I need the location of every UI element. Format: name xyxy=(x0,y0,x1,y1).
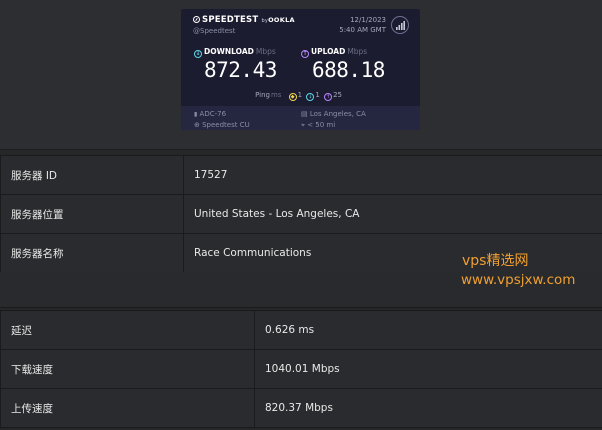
connection-bars-icon: ▮ xyxy=(194,111,198,118)
ping-download-icon: ↓ xyxy=(306,93,315,101)
download-label: ↓ DOWNLOAD Mbps xyxy=(194,47,276,58)
ping-idle-value: 1 xyxy=(297,91,303,99)
connection-info: ▮ ADC-76 xyxy=(194,110,227,118)
watermark-site-name: vps精选网 xyxy=(462,253,529,269)
ping-idle-icon: ◆ xyxy=(288,93,297,101)
test-datetime: 12/1/2023 5:40 AM GMT xyxy=(339,15,386,35)
ping-download-value: 1 xyxy=(315,91,320,99)
server-name-label: 服务器名称 xyxy=(0,233,184,273)
upload-speed-label: 上传速度 xyxy=(0,388,255,428)
table-row: 上传速度 820.37 Mbps xyxy=(0,388,602,428)
server-location-value: United States - Los Angeles, CA xyxy=(183,194,602,234)
test-time: 5:40 AM GMT xyxy=(339,26,386,34)
upload-label: ↑ UPLOAD Mbps xyxy=(301,47,368,58)
globe-icon: ⊕ xyxy=(194,121,200,129)
ping-label: Ping xyxy=(255,91,270,99)
distance-info: ⌖ < 50 mi xyxy=(301,121,336,129)
download-speed-label: 下载速度 xyxy=(0,349,255,389)
location-pin-icon: ⌖ xyxy=(301,121,305,129)
screenshot-banner: SPEEDTEST byOOKLA @Speedtest 12/1/2023 5… xyxy=(0,0,602,150)
download-value: 872.43 xyxy=(204,58,277,82)
ping-upload-icon: ↑ xyxy=(324,93,333,101)
latency-label: 延迟 xyxy=(0,310,255,350)
server-name-value: Race Communications xyxy=(183,233,602,273)
speedtest-brand: SPEEDTEST byOOKLA xyxy=(193,15,295,25)
server-id-value: 17527 xyxy=(183,155,602,195)
table-row: 服务器 ID 17527 xyxy=(0,155,602,195)
speedtest-handle: @Speedtest xyxy=(193,27,236,35)
server-info-strip: ▮ ADC-76 ⊕ Speedtest CU ▤ Los Angeles, C… xyxy=(181,106,420,130)
signal-bars-icon xyxy=(391,16,409,34)
download-unit: Mbps xyxy=(255,47,276,56)
upload-arrow-icon: ↑ xyxy=(301,50,309,58)
server-location-label: 服务器位置 xyxy=(0,194,184,234)
speedtest-logo-icon xyxy=(193,16,200,23)
location-info: ▤ Los Angeles, CA xyxy=(301,110,366,118)
upload-unit: Mbps xyxy=(347,47,368,56)
latency-value: 0.626 ms xyxy=(254,310,602,350)
speedtest-result-card: SPEEDTEST byOOKLA @Speedtest 12/1/2023 5… xyxy=(181,9,420,130)
table-row: 延迟 0.626 ms xyxy=(0,310,602,350)
brand-partner: OOKLA xyxy=(268,16,295,24)
download-speed-value: 1040.01 Mbps xyxy=(254,349,602,389)
ping-upload-value: 25 xyxy=(333,91,342,99)
table-row: 下载速度 1040.01 Mbps xyxy=(0,349,602,389)
provider-info: ⊕ Speedtest CU xyxy=(194,121,250,129)
upload-value: 688.18 xyxy=(312,58,385,82)
ping-row: Pingms ◆ 1 ↓ 1 ↑ 25 xyxy=(181,91,420,101)
table-row: 服务器位置 United States - Los Angeles, CA xyxy=(0,194,602,234)
server-icon: ▤ xyxy=(301,110,308,118)
upload-speed-value: 820.37 Mbps xyxy=(254,388,602,428)
server-id-label: 服务器 ID xyxy=(0,155,184,195)
download-arrow-icon: ↓ xyxy=(194,50,202,58)
ping-unit: ms xyxy=(270,91,282,99)
watermark-url: www.vpsjxw.com xyxy=(461,272,576,288)
speed-results-table: 延迟 0.626 ms 下载速度 1040.01 Mbps 上传速度 820.3… xyxy=(0,310,602,428)
test-date: 12/1/2023 xyxy=(350,16,386,24)
